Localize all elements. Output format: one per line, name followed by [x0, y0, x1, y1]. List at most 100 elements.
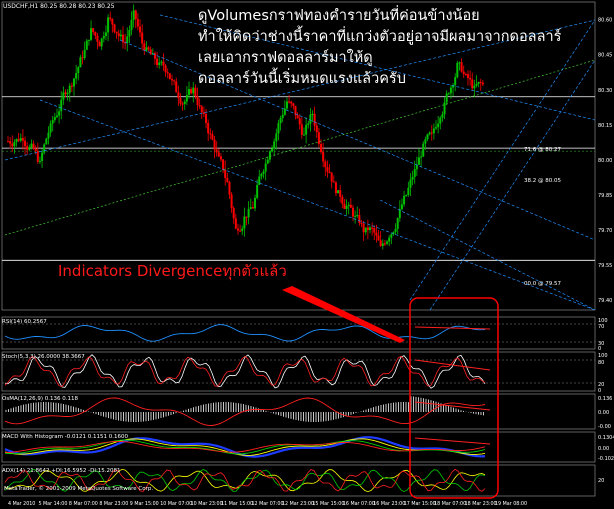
candle-body [196, 96, 199, 105]
candle-body [9, 141, 12, 144]
candle-body [60, 99, 63, 112]
candle-body [426, 134, 429, 140]
annotation-line-4: ดอลลาร์วันนี้เริ่มหมดแรงแล้วครับ [198, 71, 406, 87]
candle-body [211, 134, 214, 140]
candle-body [113, 24, 116, 32]
candle-body [77, 67, 80, 74]
candle-body [24, 140, 27, 147]
candle-body [147, 47, 150, 50]
candle-body [394, 228, 397, 232]
x-tick-label: 11 Mar 15:00 [221, 501, 253, 507]
x-tick-label: 10 Mar 23:00 [191, 501, 223, 507]
candle-body [126, 36, 129, 44]
candle-body [28, 147, 31, 150]
candle-body [328, 171, 331, 173]
candle-body [249, 207, 252, 210]
candle-body [53, 117, 56, 121]
candle-body [156, 58, 159, 65]
candle-body [141, 32, 144, 44]
candle-body [405, 195, 408, 197]
candle-body [55, 115, 58, 118]
candle-body [222, 159, 225, 170]
candle-body [424, 139, 427, 144]
candle-body [298, 118, 301, 125]
x-tick-label: 19 Mar 08:00 [495, 501, 527, 507]
candle-body [290, 101, 293, 104]
candle-body [168, 73, 171, 80]
candle-body [219, 156, 222, 160]
candle-body [441, 114, 444, 118]
candle-body [128, 30, 131, 37]
osma-panel-label: OsMA(12,26,9) 0.136 0.118 [2, 396, 78, 402]
candle-body [245, 216, 248, 218]
candle-body [200, 106, 203, 113]
candle-body [292, 103, 295, 106]
candle-body [388, 237, 391, 242]
candle-body [373, 228, 376, 233]
candle-body [386, 241, 389, 244]
candle-body [7, 141, 9, 143]
candle-body [375, 232, 378, 236]
candle-body [364, 227, 367, 233]
candle-body [437, 123, 440, 128]
x-tick-label: 12 Mar 23:00 [282, 501, 314, 507]
y-tick-label: 79.55 [598, 263, 612, 269]
candle-body [447, 93, 450, 95]
candle-body [38, 160, 41, 162]
y-tick-label: 80.60 [598, 18, 612, 24]
macd-panel-label: MACD With Histogram -0.0121 0.1151 0.160… [2, 434, 128, 440]
x-tick-label: 15 Mar 15:00 [312, 501, 344, 507]
adx-panel-label: ADX(14) 21.8642 +DI:16.5952 -DI:15.2081 [2, 468, 121, 474]
candle-body [354, 215, 357, 217]
candle-body [413, 169, 416, 177]
candle-body [228, 182, 231, 195]
indicator-tick-label: 80 [598, 360, 604, 366]
candle-body [132, 10, 135, 20]
candle-body [177, 92, 180, 99]
x-tick-label: 9 Mar 15:00 [130, 501, 159, 507]
candle-body [254, 197, 257, 209]
candle-body [207, 123, 210, 134]
candle-body [326, 167, 329, 172]
candle-body [236, 228, 239, 231]
candle-body [311, 113, 314, 115]
candle-body [134, 10, 137, 20]
candle-body [239, 230, 242, 232]
annotation-line-3: เลยเอากราฟดอลลาร์มาให้ดู [198, 50, 373, 66]
indicator-tick-label: 0.00 [598, 410, 609, 416]
candle-body [296, 115, 299, 119]
candle-body [317, 132, 320, 145]
x-tick-label: 10 Mar 07:00 [160, 501, 192, 507]
indicator-tick-label: 70 [598, 324, 604, 330]
candle-body [215, 149, 218, 153]
candle-body [411, 176, 414, 180]
candle-body [185, 94, 188, 102]
candle-body [36, 151, 39, 162]
candle-body [111, 18, 114, 25]
candle-body [268, 151, 271, 160]
fib-label-1: 71.6 @ 80.27 [524, 147, 561, 153]
candle-body [349, 204, 352, 208]
y-tick-label: 80.15 [598, 123, 612, 129]
candle-body [30, 143, 33, 148]
candle-body [87, 39, 90, 41]
candle-body [153, 53, 156, 59]
candle-body [332, 181, 335, 183]
divergence-label: Indicators Divergenceทุกตัวแล้ว [58, 262, 287, 280]
candle-body [47, 132, 50, 139]
candle-body [162, 61, 165, 66]
candle-body [260, 173, 263, 177]
candle-body [358, 214, 361, 223]
x-tick-label: 16 Mar 07:00 [343, 501, 375, 507]
candle-body [26, 146, 29, 150]
stoch-panel-label: Stoch(5,3,3) 26.0000 38.3667 [2, 354, 85, 360]
candle-body [173, 80, 176, 82]
candle-body [166, 72, 169, 74]
candle-body [64, 92, 67, 95]
candle-body [428, 132, 431, 135]
candle-body [275, 133, 278, 142]
candle-body [407, 187, 410, 196]
symbol-label: USDCHF,H1 80.25 80.28 80.23 80.25 [3, 3, 115, 10]
indicator-tick-label: -0.00 [598, 424, 611, 430]
candle-body [19, 138, 22, 141]
